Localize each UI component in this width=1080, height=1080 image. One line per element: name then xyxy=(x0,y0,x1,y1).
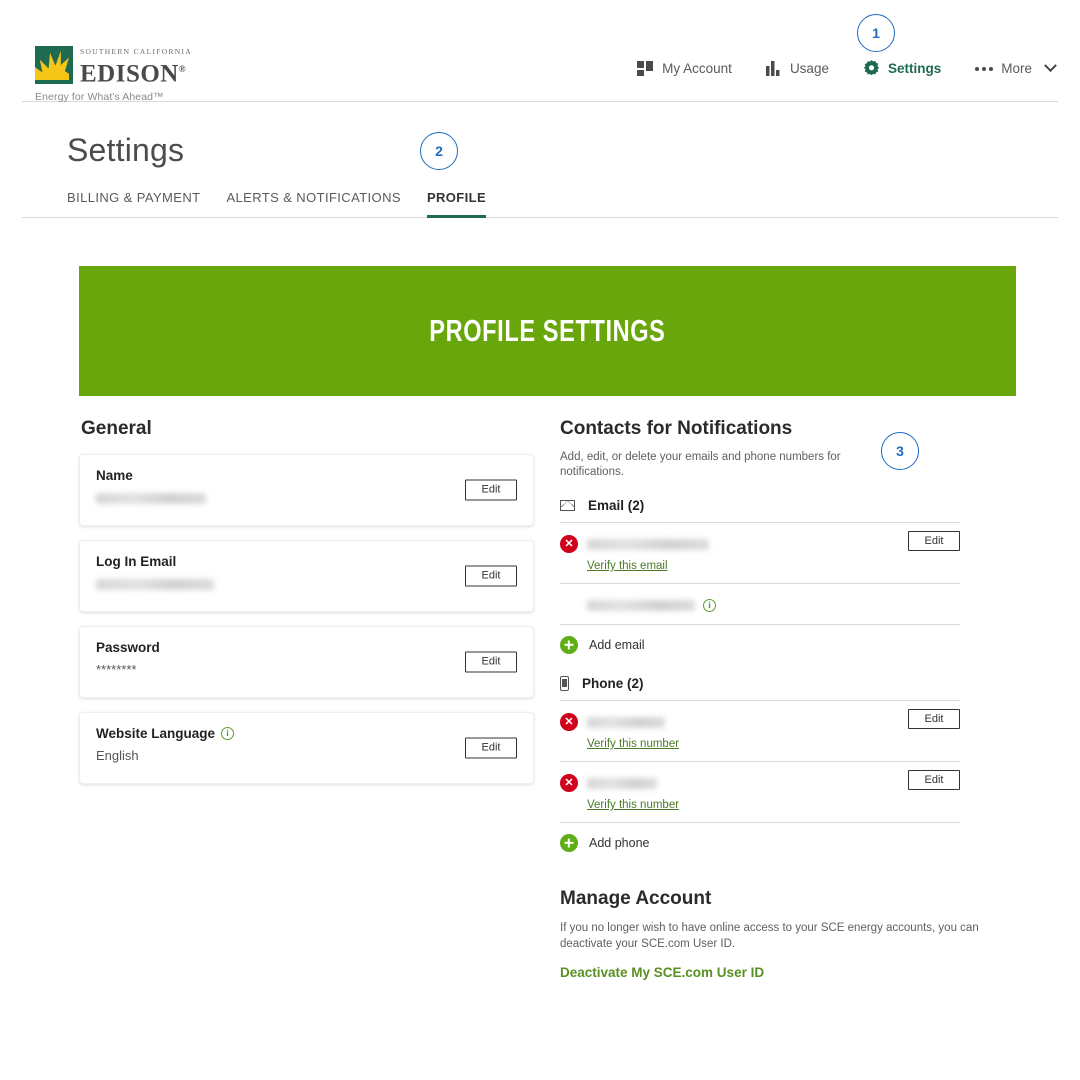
card-value: ******** xyxy=(96,662,137,677)
annotation-badge-3: 3 xyxy=(881,432,919,470)
email-value xyxy=(587,538,960,550)
email-row: i xyxy=(560,583,960,624)
site-header: SOUTHERN CALIFORNIA EDISON® Energy for W… xyxy=(0,0,1080,103)
gear-icon xyxy=(863,60,879,76)
tab-profile[interactable]: PROFILE xyxy=(426,190,487,218)
card-password: Password ******** Edit xyxy=(79,626,534,698)
verify-email-link[interactable]: Verify this email xyxy=(587,560,668,572)
redacted-value xyxy=(587,599,695,611)
card-label: Log In Email xyxy=(96,554,177,569)
card-value: English xyxy=(96,748,139,763)
card-label: Website Language i xyxy=(96,726,517,741)
plus-icon xyxy=(560,834,578,852)
info-icon[interactable]: i xyxy=(221,727,235,740)
nav-label: Usage xyxy=(789,61,829,76)
edit-email-button[interactable]: Edit xyxy=(908,531,960,551)
plus-icon xyxy=(560,636,578,654)
redacted-value xyxy=(587,777,657,789)
phone-row-top: ✕ xyxy=(560,773,960,793)
nav-item-settings[interactable]: Settings xyxy=(863,60,941,77)
banner-title: PROFILE SETTINGS xyxy=(429,313,666,348)
edit-phone-button[interactable]: Edit xyxy=(908,709,960,729)
logo-row: SOUTHERN CALIFORNIA EDISON® xyxy=(35,46,192,87)
phone-group-label: Phone (2) xyxy=(582,676,644,691)
bar-chart-icon xyxy=(765,61,780,76)
phone-row: ✕ Verify this number Edit xyxy=(560,700,960,761)
sunburst-icon xyxy=(35,46,73,84)
phone-group-header: Phone (2) xyxy=(560,676,960,691)
edit-website-language-button[interactable]: Edit xyxy=(465,737,517,759)
page-title: Settings xyxy=(67,132,185,168)
annotation-badge-1: 1 xyxy=(857,14,895,52)
edit-password-button[interactable]: Edit xyxy=(465,651,517,673)
verify-number-link[interactable]: Verify this number xyxy=(587,799,679,811)
info-icon[interactable]: i xyxy=(703,598,716,612)
nav-label: More xyxy=(1001,61,1032,76)
nav-label: Settings xyxy=(887,61,942,76)
manage-account-heading: Manage Account xyxy=(560,888,712,909)
settings-tabs: BILLING & PAYMENT ALERTS & NOTIFICATIONS… xyxy=(22,169,1058,218)
redacted-value xyxy=(587,538,709,550)
error-circle-icon: ✕ xyxy=(560,774,578,792)
phone-icon xyxy=(560,676,569,691)
add-phone-label: Add phone xyxy=(589,836,650,850)
ellipsis-icon xyxy=(975,66,994,71)
phone-value xyxy=(587,777,960,789)
card-login-email: Log In Email Edit xyxy=(79,540,534,612)
card-website-language: Website Language i English Edit xyxy=(79,712,534,784)
card-label: Password xyxy=(96,640,160,655)
card-value xyxy=(96,490,517,505)
error-circle-icon: ✕ xyxy=(560,535,578,553)
manage-account-description: If you no longer wish to have online acc… xyxy=(560,922,979,950)
envelope-icon xyxy=(560,500,575,511)
email-group-header: Email (2) xyxy=(560,498,960,513)
redacted-value xyxy=(587,716,665,728)
manage-account-section: Manage Account If you no longer wish to … xyxy=(560,888,990,980)
phone-value xyxy=(587,716,960,728)
tab-billing-payment[interactable]: BILLING & PAYMENT xyxy=(67,190,200,218)
nav-item-more[interactable]: More xyxy=(975,59,1057,76)
redacted-value xyxy=(96,493,206,505)
sce-logo[interactable]: SOUTHERN CALIFORNIA EDISON® Energy for W… xyxy=(35,46,192,103)
email-row: ✕ Verify this email Edit xyxy=(560,522,960,583)
annotation-badge-2: 2 xyxy=(420,132,458,170)
contacts-section: Contacts for Notifications Add, edit, or… xyxy=(560,418,979,980)
logo-wordmark: SOUTHERN CALIFORNIA EDISON® xyxy=(80,46,192,87)
email-group-label: Email (2) xyxy=(588,498,645,513)
add-email-label: Add email xyxy=(589,638,645,652)
card-label: Name xyxy=(96,468,133,483)
email-row-top: i xyxy=(560,595,960,615)
profile-settings-banner: PROFILE SETTINGS xyxy=(79,266,1016,396)
add-phone-button[interactable]: Add phone xyxy=(560,822,960,852)
edit-name-button[interactable]: Edit xyxy=(465,479,517,501)
general-section: General Name Edit Log In Email Edit Pass… xyxy=(79,418,534,798)
dashboard-icon xyxy=(637,61,654,76)
nav-item-usage[interactable]: Usage xyxy=(765,61,829,76)
tab-alerts-notifications[interactable]: ALERTS & NOTIFICATIONS xyxy=(226,190,400,218)
email-row-top: ✕ xyxy=(560,534,960,554)
general-heading: General xyxy=(81,418,152,439)
add-email-button[interactable]: Add email xyxy=(560,624,960,654)
phone-row: ✕ Verify this number Edit xyxy=(560,761,960,822)
phone-row-top: ✕ xyxy=(560,712,960,732)
card-value xyxy=(96,576,517,591)
verify-number-link[interactable]: Verify this number xyxy=(587,738,679,750)
email-value: i xyxy=(587,598,960,612)
contacts-description: Add, edit, or delete your emails and pho… xyxy=(560,451,841,478)
chevron-down-icon xyxy=(1044,59,1057,73)
deactivate-user-id-link[interactable]: Deactivate My SCE.com User ID xyxy=(560,965,990,980)
page-header: Settings BILLING & PAYMENT ALERTS & NOTI… xyxy=(22,102,1058,218)
edit-login-email-button[interactable]: Edit xyxy=(465,565,517,587)
edit-phone-button[interactable]: Edit xyxy=(908,770,960,790)
redacted-value xyxy=(96,579,214,591)
logo-superline: SOUTHERN CALIFORNIA xyxy=(80,47,192,56)
card-name: Name Edit xyxy=(79,454,534,526)
logo-name: EDISON® xyxy=(80,60,187,88)
error-circle-icon: ✕ xyxy=(560,713,578,731)
top-navigation: My Account Usage Settings More xyxy=(637,59,1057,77)
nav-item-my-account[interactable]: My Account xyxy=(637,61,732,76)
nav-label: My Account xyxy=(662,61,732,76)
